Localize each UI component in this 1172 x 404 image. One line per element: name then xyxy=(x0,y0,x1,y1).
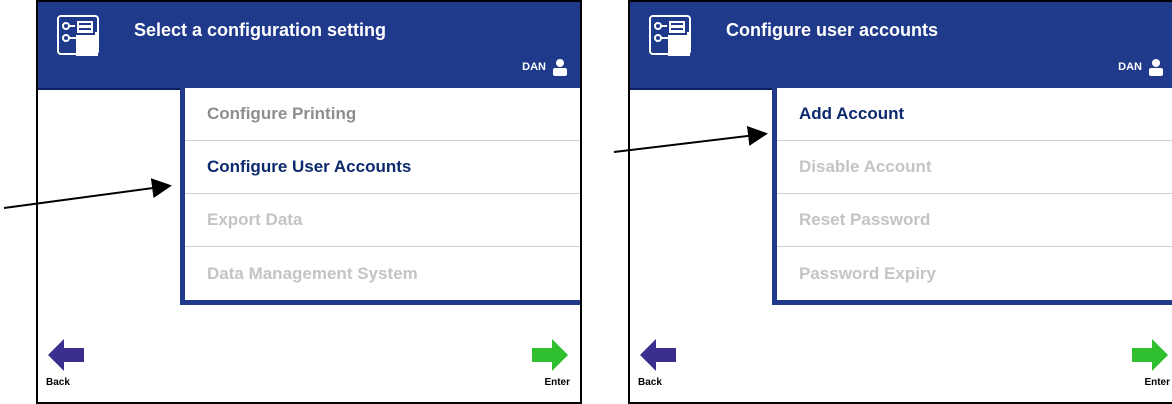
title-bar: Configure user accounts DAN xyxy=(630,2,1172,90)
enter-label: Enter xyxy=(544,377,570,388)
back-button[interactable]: Back xyxy=(638,337,678,388)
user-name: DAN xyxy=(522,61,546,73)
enter-button[interactable]: Enter xyxy=(1130,337,1170,388)
right-arrow-icon xyxy=(532,339,568,371)
current-user: DAN xyxy=(1118,58,1164,76)
menu-item-reset-password[interactable]: Reset Password xyxy=(777,194,1172,247)
back-label: Back xyxy=(638,377,662,388)
menu-item-configure-printing[interactable]: Configure Printing xyxy=(185,88,580,141)
title-bar: Select a configuration setting DAN xyxy=(38,2,580,90)
user-icon xyxy=(1149,59,1163,76)
config-screen-right: Configure user accounts DAN Add Account … xyxy=(628,0,1172,404)
configuration-icon xyxy=(57,15,99,56)
menu-item-data-management-system[interactable]: Data Management System xyxy=(185,247,580,300)
screen-title: Configure user accounts xyxy=(726,20,939,40)
back-label: Back xyxy=(46,377,70,388)
menu-item-add-account[interactable]: Add Account xyxy=(777,88,1172,141)
menu-item-export-data[interactable]: Export Data xyxy=(185,194,580,247)
config-screen-left: Select a configuration setting DAN Confi… xyxy=(36,0,582,404)
accounts-menu: Add Account Disable Account Reset Passwo… xyxy=(772,88,1172,305)
enter-label: Enter xyxy=(1144,377,1170,388)
current-user: DAN xyxy=(522,58,568,76)
menu-item-configure-user-accounts[interactable]: Configure User Accounts xyxy=(185,141,580,194)
user-name: DAN xyxy=(1118,61,1142,73)
enter-button[interactable]: Enter xyxy=(530,337,570,388)
left-arrow-icon xyxy=(640,339,676,371)
screen-title: Select a configuration setting xyxy=(134,20,387,40)
menu-item-password-expiry[interactable]: Password Expiry xyxy=(777,247,1172,300)
configuration-icon xyxy=(649,15,691,56)
menu-item-disable-account[interactable]: Disable Account xyxy=(777,141,1172,194)
back-button[interactable]: Back xyxy=(46,337,86,388)
right-arrow-icon xyxy=(1132,339,1168,371)
settings-menu: Configure Printing Configure User Accoun… xyxy=(180,88,580,305)
user-icon xyxy=(553,59,567,76)
left-arrow-icon xyxy=(48,339,84,371)
